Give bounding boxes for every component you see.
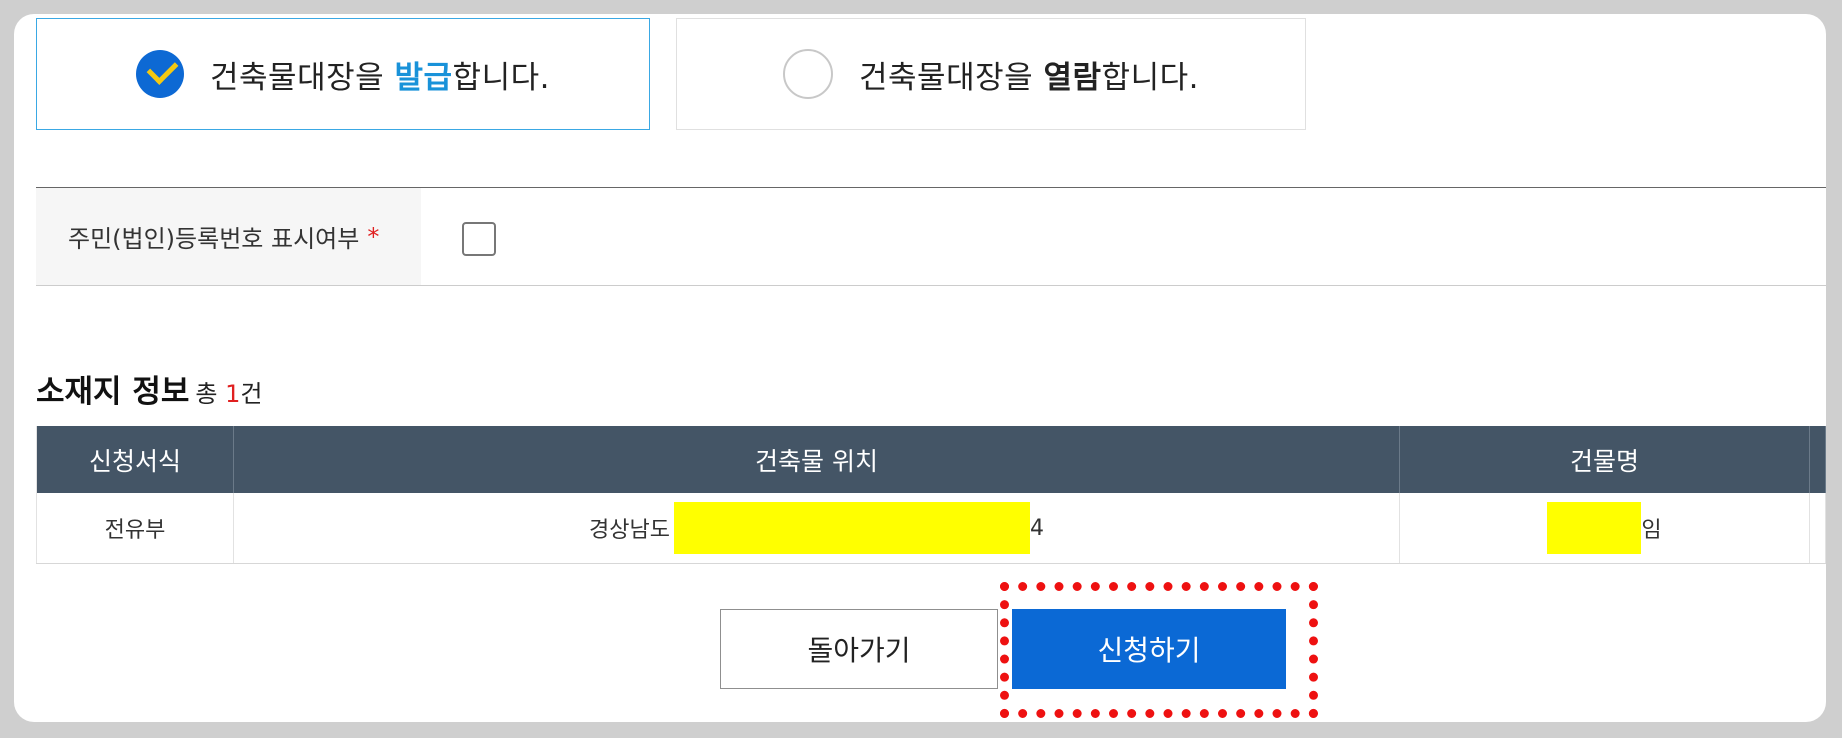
option-view-label: 건축물대장을 열람합니다. — [859, 59, 1199, 96]
radio-checked-icon[interactable] — [136, 50, 185, 98]
option-issue[interactable]: 건축물대장을 발급합니다. — [36, 18, 650, 130]
divider — [36, 285, 1826, 286]
cell-extra — [1810, 493, 1826, 563]
option-issue-label: 건축물대장을 발급합니다. — [210, 59, 550, 96]
header-location: 건축물 위치 — [234, 426, 1400, 493]
resident-number-label: 주민(법인)등록번호 표시여부 * — [36, 188, 421, 285]
required-mark: * — [367, 222, 380, 251]
table-header: 신청서식 건축물 위치 건물명 — [36, 426, 1826, 493]
location-table: 신청서식 건축물 위치 건물명 전유부 경상남도 4 임 — [36, 426, 1826, 564]
header-building-name: 건물명 — [1400, 426, 1810, 493]
header-extra — [1810, 426, 1826, 493]
focus-highlight-box — [1000, 582, 1318, 718]
cell-building-name: 임 — [1400, 493, 1810, 563]
option-view[interactable]: 건축물대장을 열람합니다. — [676, 18, 1306, 130]
cell-form: 전유부 — [36, 493, 234, 563]
location-section-title: 소재지 정보 총 1건 — [36, 374, 263, 410]
cell-location: 경상남도 4 — [234, 493, 1400, 563]
redaction-mask — [1547, 502, 1642, 554]
radio-unchecked-icon[interactable] — [783, 49, 834, 99]
header-form: 신청서식 — [36, 426, 234, 493]
back-button[interactable]: 돌아가기 — [720, 609, 998, 689]
redaction-mask — [673, 502, 1030, 554]
table-row: 전유부 경상남도 4 임 — [36, 493, 1826, 564]
resident-number-checkbox[interactable] — [462, 222, 496, 256]
total-count: 총 1건 — [195, 380, 263, 408]
main-panel: 건축물대장을 발급합니다. 건축물대장을 열람합니다. 주민(법인)등록번호 표… — [14, 14, 1826, 722]
